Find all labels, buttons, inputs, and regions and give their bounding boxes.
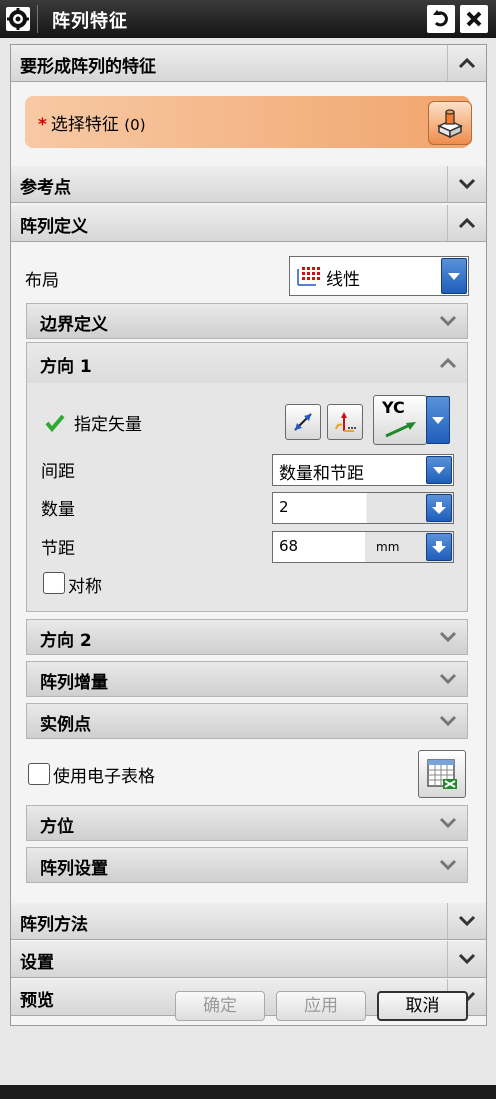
section-features-header[interactable]: 要形成阵列的特征 [11, 45, 486, 82]
chevron-down-icon[interactable] [435, 304, 461, 338]
dropdown-arrow-icon[interactable] [426, 456, 452, 484]
direction1-header[interactable]: 方向 1 [26, 342, 468, 383]
reverse-direction-button[interactable] [285, 404, 321, 440]
reverse-direction-icon [294, 413, 312, 431]
spreadsheet-icon [427, 759, 457, 789]
dropdown-arrow-icon[interactable] [441, 258, 467, 294]
arrow-down-icon[interactable] [426, 494, 452, 522]
linear-pattern-icon [296, 265, 320, 292]
section-pattern-definition-header[interactable]: 阵列定义 [11, 205, 486, 242]
pitch-value: 68 [279, 537, 299, 555]
symmetric-label: 对称 [68, 577, 102, 597]
section-reference-point-label: 参考点 [20, 178, 71, 198]
section-pattern-method-label: 阵列方法 [20, 915, 88, 935]
pitch-unit: mm [376, 540, 400, 554]
chevron-down-icon[interactable] [435, 806, 461, 840]
chevron-down-icon[interactable] [435, 704, 461, 738]
checkmark-icon [45, 414, 65, 437]
section-pattern-method-header[interactable]: 阵列方法 [11, 903, 486, 940]
dialog-window: 阵列特征 要形成阵列的特征 * 选择特征 (0) 参考点 阵列定义 布局 线性 … [0, 0, 496, 1099]
layout-label: 布局 [25, 271, 59, 291]
reset-icon[interactable] [427, 5, 455, 33]
vector-arrow-icon [385, 422, 416, 438]
layout-dropdown[interactable]: 线性 [289, 256, 469, 296]
apply-button[interactable]: 应用 [276, 991, 366, 1021]
select-feature-field[interactable]: * 选择特征 (0) [25, 96, 472, 148]
chevron-down-icon[interactable] [435, 620, 461, 654]
spacing-value: 数量和节距 [279, 464, 364, 484]
orientation-header[interactable]: 方位 [26, 805, 468, 841]
spacing-label: 间距 [41, 462, 75, 482]
select-feature-count: (0) [124, 116, 146, 134]
direction2-header[interactable]: 方向 2 [26, 619, 468, 655]
instance-point-label: 实例点 [40, 715, 91, 735]
pitch-label: 节距 [41, 539, 75, 559]
cancel-button[interactable]: 取消 [377, 991, 468, 1021]
vector-dialog-icon [335, 412, 356, 432]
select-feature-label: * 选择特征 (0) [38, 115, 146, 135]
chevron-down-icon[interactable] [447, 166, 486, 202]
vector-type-button[interactable]: YC [373, 395, 427, 445]
section-preview-label: 预览 [20, 991, 54, 1011]
chevron-up-icon[interactable] [447, 45, 486, 81]
pitch-field[interactable]: 68 mm [272, 531, 454, 563]
chevron-up-icon[interactable] [435, 343, 461, 383]
count-value: 2 [279, 498, 289, 516]
boundary-definition-header[interactable]: 边界定义 [26, 303, 468, 339]
section-pattern-definition-label: 阵列定义 [20, 217, 88, 237]
specify-vector-label: 指定矢量 [74, 415, 142, 435]
select-feature-button[interactable] [428, 101, 472, 145]
section-features-label: 要形成阵列的特征 [20, 57, 156, 77]
direction1-label: 方向 1 [40, 357, 92, 377]
section-settings-label: 设置 [20, 953, 54, 973]
pattern-settings-header[interactable]: 阵列设置 [26, 847, 468, 883]
count-label: 数量 [41, 500, 75, 520]
vector-dialog-button[interactable] [327, 404, 363, 440]
chevron-down-icon[interactable] [447, 903, 486, 939]
arrow-down-icon[interactable] [426, 533, 452, 561]
count-field[interactable]: 2 [272, 492, 454, 524]
title-separator [37, 5, 38, 33]
gear-icon[interactable] [6, 7, 30, 31]
close-icon[interactable] [460, 5, 488, 33]
boundary-definition-label: 边界定义 [40, 315, 108, 335]
dialog-title: 阵列特征 [52, 11, 128, 32]
vector-type-value: YC [382, 398, 405, 417]
chevron-down-icon[interactable] [447, 941, 486, 977]
pattern-increment-label: 阵列增量 [40, 673, 108, 693]
pattern-increment-header[interactable]: 阵列增量 [26, 661, 468, 697]
spacing-dropdown[interactable]: 数量和节距 [272, 454, 454, 486]
section-settings-header[interactable]: 设置 [11, 941, 486, 978]
chevron-up-icon[interactable] [447, 205, 486, 241]
title-bar: 阵列特征 [0, 0, 496, 38]
vector-type-dropdown-arrow[interactable] [426, 396, 450, 444]
bottom-bar [0, 1085, 496, 1099]
dialog-content: 要形成阵列的特征 * 选择特征 (0) 参考点 阵列定义 布局 线性 边界定义 … [10, 44, 487, 1026]
symmetric-checkbox[interactable] [43, 572, 65, 594]
spreadsheet-button[interactable] [418, 750, 466, 798]
section-reference-point-header[interactable]: 参考点 [11, 166, 486, 203]
instance-point-header[interactable]: 实例点 [26, 703, 468, 739]
use-spreadsheet-checkbox[interactable] [28, 763, 50, 785]
pattern-settings-label: 阵列设置 [40, 859, 108, 879]
layout-value: 线性 [326, 270, 360, 290]
direction2-label: 方向 2 [40, 631, 92, 651]
feature-block-icon [437, 109, 463, 138]
use-spreadsheet-label: 使用电子表格 [53, 767, 155, 787]
orientation-label: 方位 [40, 817, 74, 837]
chevron-down-icon[interactable] [435, 848, 461, 882]
ok-button[interactable]: 确定 [175, 991, 265, 1021]
chevron-down-icon[interactable] [435, 662, 461, 696]
